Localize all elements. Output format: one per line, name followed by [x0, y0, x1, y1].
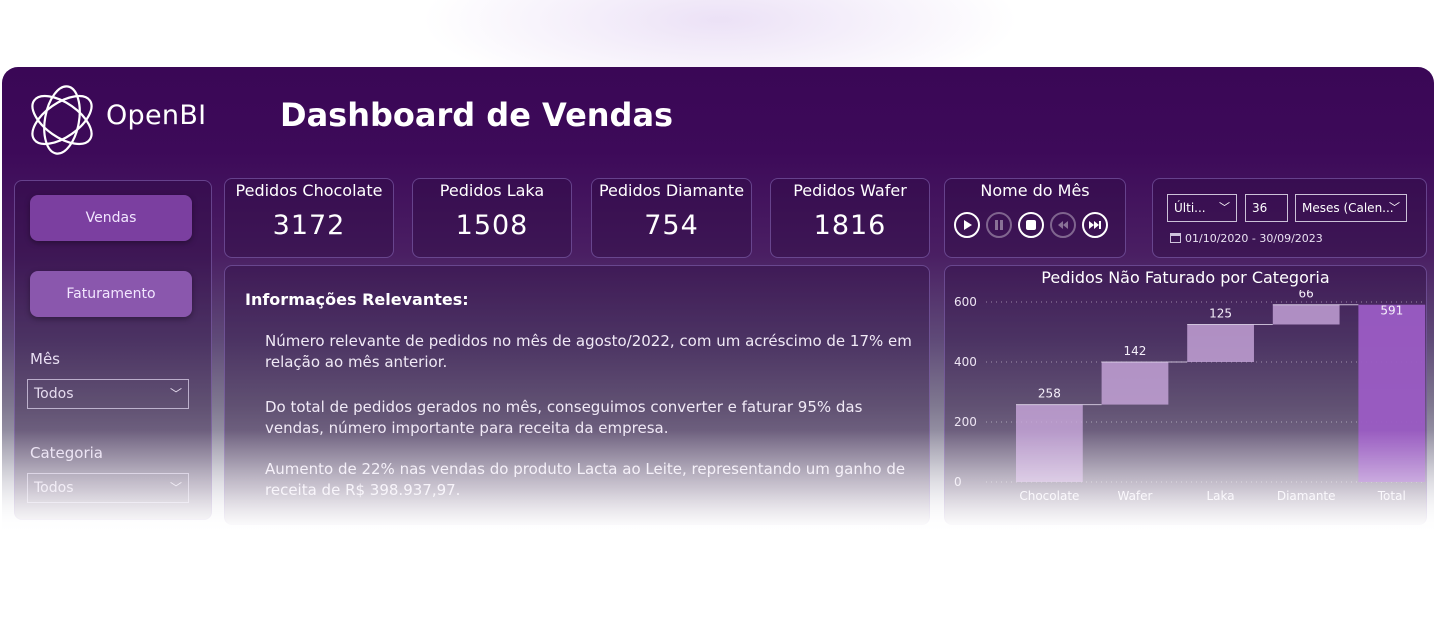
chevron-down-icon: ﹀ — [169, 481, 182, 495]
player-controls — [954, 212, 1108, 238]
category-label: Wafer — [1117, 489, 1152, 503]
chevron-down-icon: ﹀ — [169, 387, 182, 401]
period-range: 01/10/2020 - 30/09/2023 — [1170, 232, 1323, 245]
categoria-filter-select[interactable]: Todos ﹀ — [27, 473, 189, 503]
stop-icon[interactable] — [1018, 212, 1044, 238]
nav-faturamento-button[interactable]: Faturamento — [30, 271, 192, 317]
mes-filter-label: Mês — [30, 350, 60, 368]
kpi-value: 754 — [644, 210, 699, 241]
chart-title: Pedidos Não Faturado por Categoria — [1041, 268, 1330, 287]
kpi-value: 1816 — [813, 210, 887, 241]
kpi-card-chocolate: Pedidos Chocolate 3172 — [224, 178, 394, 258]
period-range-text: 01/10/2020 - 30/09/2023 — [1185, 232, 1323, 245]
kpi-label: Pedidos Diamante — [598, 181, 745, 200]
nav-vendas-button[interactable]: Vendas — [30, 195, 192, 241]
info-paragraph: Do total de pedidos gerados no mês, cons… — [265, 398, 863, 437]
kpi-card-laka: Pedidos Laka 1508 — [412, 178, 572, 258]
chevron-down-icon: ﹀ — [1389, 201, 1400, 214]
brand-name: OpenBI — [106, 100, 207, 131]
period-count-input[interactable]: 36 — [1245, 194, 1288, 222]
kpi-value: 3172 — [272, 210, 346, 241]
kpi-card-wafer: Pedidos Wafer 1816 — [770, 178, 930, 258]
mes-filter-select[interactable]: Todos ﹀ — [27, 379, 189, 409]
info-heading: Informações Relevantes: — [245, 290, 469, 309]
categoria-filter-label: Categoria — [30, 444, 104, 462]
category-label: Diamante — [1277, 489, 1336, 503]
y-tick-label: 600 — [954, 295, 977, 309]
category-label: Chocolate — [1019, 489, 1079, 503]
mes-filter-value: Todos — [34, 386, 74, 402]
waterfall-bar — [1101, 362, 1169, 405]
period-unit-value: Meses (Calen... — [1302, 201, 1394, 215]
kpi-value: 1508 — [455, 210, 529, 241]
calendar-icon — [1170, 233, 1181, 243]
kpi-label: Pedidos Laka — [439, 181, 545, 200]
waterfall-bar — [1016, 404, 1083, 482]
page-title: Dashboard de Vendas — [280, 96, 674, 134]
chevron-down-icon: ﹀ — [1219, 201, 1230, 214]
data-label: 591 — [1380, 304, 1403, 318]
categoria-filter-value: Todos — [34, 480, 74, 496]
waterfall-bar — [1187, 324, 1254, 362]
y-tick-label: 200 — [954, 415, 977, 429]
data-label: 66 — [1299, 290, 1314, 301]
period-mode-select[interactable]: Últi... ﹀ — [1167, 194, 1237, 222]
waterfall-chart: 0 200 400 600 258 Chocolate 142 Wafer 125 Laka 66 D… — [954, 290, 1426, 503]
period-mode-value: Últi... — [1174, 201, 1206, 215]
y-tick-label: 400 — [954, 355, 977, 369]
info-paragraph: Aumento de 22% nas vendas do produto Lac… — [265, 460, 906, 499]
kpi-label: Pedidos Chocolate — [235, 181, 383, 200]
kpi-card-diamante: Pedidos Diamante 754 — [591, 178, 752, 258]
y-tick-label: 0 — [954, 475, 962, 489]
info-paragraph: Número relevante de pedidos no mês de ag… — [265, 332, 912, 371]
data-label: 125 — [1209, 307, 1232, 321]
next-icon[interactable] — [1082, 212, 1108, 238]
period-unit-select[interactable]: Meses (Calen... ﹀ — [1295, 194, 1407, 222]
month-player-label: Nome do Mês — [980, 181, 1090, 200]
category-label: Laka — [1207, 489, 1235, 503]
data-label: 142 — [1124, 344, 1147, 358]
pause-icon[interactable] — [986, 212, 1012, 238]
screenshot-stage: OpenBI Dashboard de Vendas Vendas Fatura… — [0, 0, 1434, 618]
previous-icon[interactable] — [1050, 212, 1076, 238]
kpi-label: Pedidos Wafer — [793, 181, 907, 200]
play-icon[interactable] — [954, 212, 980, 238]
waterfall-bar — [1272, 304, 1340, 325]
data-label: 258 — [1038, 387, 1061, 401]
openbi-logo-icon — [31, 85, 93, 155]
waterfall-bar — [1358, 304, 1426, 482]
category-label: Total — [1377, 489, 1406, 503]
